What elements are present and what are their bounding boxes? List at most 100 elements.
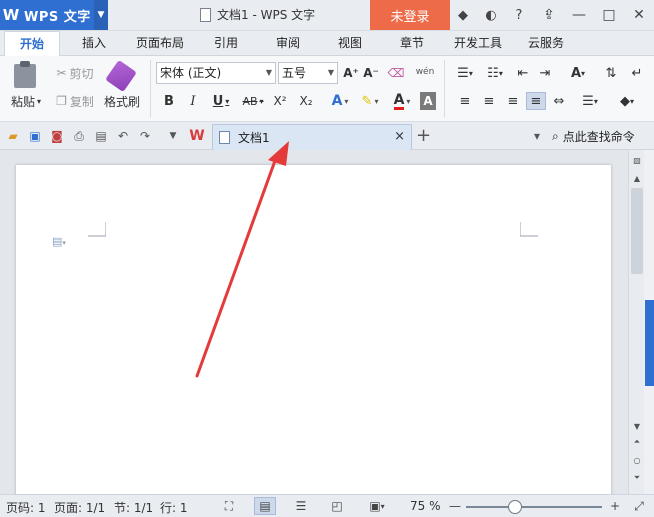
undo-icon[interactable]: ↶ xyxy=(114,127,132,145)
new-tab-icon[interactable]: + xyxy=(416,125,431,146)
decrease-indent-icon[interactable]: ⇤ xyxy=(514,64,532,82)
char-shading-button[interactable]: A xyxy=(420,92,436,110)
grow-font-button[interactable]: A⁺ xyxy=(342,64,360,82)
align-center-icon[interactable]: ≡ xyxy=(480,92,498,110)
margin-corner-top-right xyxy=(520,222,538,237)
superscript-button[interactable]: X² xyxy=(270,92,290,110)
browse-object-icon[interactable]: ○ xyxy=(629,452,645,468)
tab-view[interactable]: 视图 xyxy=(326,31,374,56)
bullet-list-icon[interactable]: ☰ ▾ xyxy=(452,64,478,82)
pinyin-button[interactable]: wén xyxy=(410,62,440,82)
toolbar-menu-icon[interactable]: ▾ xyxy=(528,127,546,145)
scroll-down-icon[interactable]: ▼ xyxy=(629,418,645,434)
tab-chapter[interactable]: 章节 xyxy=(388,31,436,56)
change-case-icon[interactable]: A ▾ xyxy=(562,64,594,82)
numbered-list-icon[interactable]: ☷ ▾ xyxy=(482,64,508,82)
increase-indent-icon[interactable]: ⇥ xyxy=(536,64,554,82)
tab-review[interactable]: 审阅 xyxy=(264,31,312,56)
underline-button[interactable]: U ▾ xyxy=(208,92,234,110)
tab-developer[interactable]: 开发工具 xyxy=(446,31,510,56)
feedback-icon[interactable]: ◐ xyxy=(480,4,502,26)
maximize-icon[interactable]: □ xyxy=(594,0,624,30)
brush-icon[interactable] xyxy=(105,59,137,93)
scroll-thumb[interactable] xyxy=(631,188,643,274)
close-tab-icon[interactable]: × xyxy=(394,129,405,144)
paste-label: 粘贴 xyxy=(10,94,35,109)
font-color-label: A xyxy=(393,91,405,110)
fit-window-icon[interactable]: ⤢ xyxy=(628,497,650,515)
print-icon[interactable]: ⎙ xyxy=(70,127,88,145)
clear-format-icon[interactable]: ⌫ xyxy=(386,64,406,82)
fullscreen-view-icon[interactable]: ⛶ xyxy=(218,497,240,515)
line-spacing-icon[interactable]: ☰ ▾ xyxy=(576,92,604,110)
shading-icon[interactable]: ◆ ▾ xyxy=(612,92,642,110)
quick-access-bar: ▰ ▣ ◙ ⎙ ▤ ↶ ↷ ▼ W 文档1 × + ▾ ⌕ 点此查找命令 xyxy=(0,122,654,150)
open-folder-icon[interactable]: ▰ xyxy=(4,127,22,145)
command-search[interactable]: ⌕ 点此查找命令 xyxy=(552,128,635,145)
show-marks-icon[interactable]: ↵ xyxy=(626,64,648,82)
reading-view-icon[interactable]: ▣ ▾ xyxy=(362,497,392,515)
align-left-icon[interactable]: ≡ xyxy=(456,92,474,110)
format-painter-button[interactable]: 格式刷 xyxy=(100,92,144,110)
highlight-button[interactable]: ✎ ▾ xyxy=(356,92,384,110)
tab-cloud[interactable]: 云服务 xyxy=(518,31,574,56)
font-size-select[interactable]: 五号 ▼ xyxy=(278,62,338,84)
tab-references[interactable]: 引用 xyxy=(202,31,250,56)
text-effect-button[interactable]: A ▾ xyxy=(326,92,354,110)
print-preview-icon[interactable]: ▤ xyxy=(92,127,110,145)
document-tab[interactable]: 文档1 × xyxy=(212,124,412,150)
redo-icon[interactable]: ↷ xyxy=(136,127,154,145)
copy-label: 复制 xyxy=(69,94,94,109)
tab-insert[interactable]: 插入 xyxy=(70,31,118,56)
skin-icon[interactable]: ◆ xyxy=(452,4,474,26)
split-view-icon[interactable]: ▧ xyxy=(629,152,645,168)
font-color-button[interactable]: A ▾ xyxy=(388,92,416,110)
restore-view-icon[interactable]: ⇪ xyxy=(534,0,564,30)
wps-logo-icon: W xyxy=(2,6,20,24)
paste-icon[interactable] xyxy=(10,61,40,90)
app-menu-button[interactable]: W WPS 文字 ▼ xyxy=(0,0,108,30)
paste-button[interactable]: 粘贴 ▾ xyxy=(6,92,46,110)
copy-button[interactable]: ❐ 复制 xyxy=(52,92,98,110)
strikethrough-button[interactable]: AB ▾ xyxy=(238,92,268,110)
cut-button[interactable]: ✂ 剪切 xyxy=(52,64,98,82)
close-icon[interactable]: ✕ xyxy=(624,0,654,30)
subscript-button[interactable]: X₂ xyxy=(296,92,316,110)
side-panel-toggle[interactable] xyxy=(645,300,654,386)
shrink-font-button[interactable]: A⁻ xyxy=(362,64,380,82)
font-name-select[interactable]: 宋体 (正文) ▼ xyxy=(156,62,276,84)
outline-view-icon[interactable]: ☰ xyxy=(290,497,312,515)
vertical-scrollbar[interactable]: ▧ ▲ ▼ ⏶ ○ ⏷ xyxy=(628,150,644,494)
paragraph-options-icon[interactable]: ▤▾ xyxy=(52,235,66,248)
customize-toolbar-icon[interactable]: ▼ xyxy=(164,127,182,145)
page-view-icon[interactable]: ▤ xyxy=(254,497,276,515)
bold-button[interactable]: B xyxy=(160,92,178,110)
underline-label: U xyxy=(212,93,224,109)
document-page[interactable]: ▤▾ xyxy=(16,165,611,505)
justify-icon[interactable]: ≡ xyxy=(526,92,546,110)
save-icon[interactable]: ▣ xyxy=(26,127,44,145)
italic-button[interactable]: I xyxy=(184,92,202,110)
zoom-slider[interactable] xyxy=(466,506,602,508)
scroll-up-icon[interactable]: ▲ xyxy=(629,170,645,186)
tab-page-layout[interactable]: 页面布局 xyxy=(130,31,190,56)
document-workspace[interactable]: ▤▾ xyxy=(0,150,628,505)
zoom-in-icon[interactable]: + xyxy=(604,497,626,515)
login-button[interactable]: 未登录 xyxy=(370,0,450,30)
prev-page-icon[interactable]: ⏶ xyxy=(629,434,645,450)
align-right-icon[interactable]: ≡ xyxy=(504,92,522,110)
document-icon xyxy=(200,7,211,22)
zoom-out-icon[interactable]: — xyxy=(444,497,466,515)
export-pdf-icon[interactable]: ◙ xyxy=(48,127,66,145)
help-icon[interactable]: ? xyxy=(508,4,530,26)
web-view-icon[interactable]: ◰ xyxy=(326,497,348,515)
minimize-icon[interactable]: — xyxy=(564,0,594,30)
next-page-icon[interactable]: ⏷ xyxy=(629,470,645,486)
zoom-slider-handle[interactable] xyxy=(508,500,522,514)
sort-icon[interactable]: ⇅ xyxy=(600,64,622,82)
distribute-icon[interactable]: ⇔ xyxy=(550,92,568,110)
wps-home-icon[interactable]: W xyxy=(188,127,206,145)
tab-home[interactable]: 开始 xyxy=(4,31,60,57)
command-search-label: 点此查找命令 xyxy=(562,130,635,144)
chevron-down-icon[interactable]: ▼ xyxy=(94,0,108,30)
